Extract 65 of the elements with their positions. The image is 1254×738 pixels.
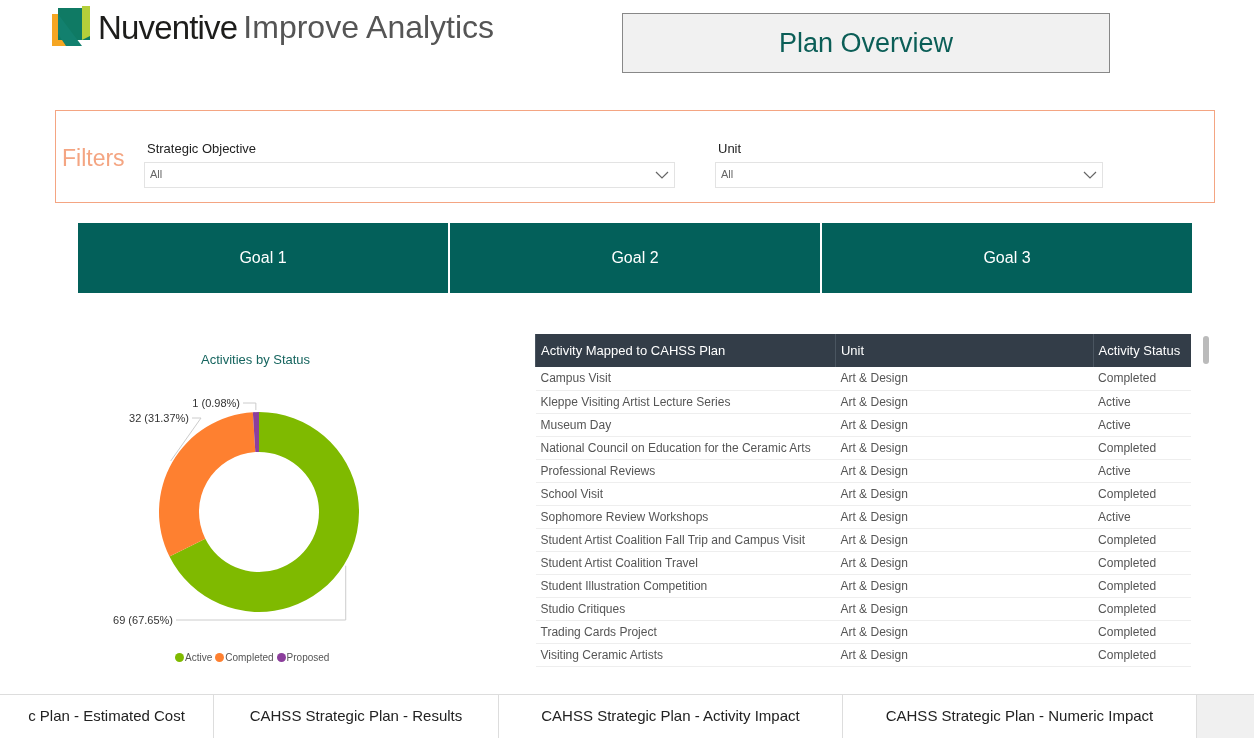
table-cell: Active	[1093, 505, 1191, 528]
table-cell: Art & Design	[835, 436, 1094, 459]
table-cell: Completed	[1093, 367, 1191, 390]
table-cell: Art & Design	[835, 551, 1094, 574]
legend-label: Completed	[225, 651, 274, 665]
table-cell: Completed	[1093, 620, 1191, 643]
scrollbar-thumb[interactable]	[1203, 336, 1209, 364]
table-cell: Art & Design	[835, 459, 1094, 482]
dropdown[interactable]: All	[144, 161, 675, 188]
goal-button[interactable]: Goal 1	[78, 223, 448, 293]
brand-name: Nuventive	[98, 10, 238, 44]
table-cell: Studio Critiques	[535, 597, 836, 620]
table-cell: Active	[1093, 390, 1191, 413]
legend-label: Proposed	[286, 651, 330, 665]
column-header[interactable]: Activity Mapped to CAHSS Plan	[535, 334, 836, 367]
table-cell: Museum Day	[535, 413, 836, 436]
table-cell: Completed	[1093, 551, 1191, 574]
table-cell: Art & Design	[835, 482, 1094, 505]
table-cell: Visiting Ceramic Artists	[535, 643, 836, 666]
table-cell: School Visit	[535, 482, 836, 505]
table-cell: Kleppe Visiting Artist Lecture Series	[535, 390, 836, 413]
table-cell: Art & Design	[835, 620, 1094, 643]
leader-line	[242, 402, 257, 411]
table-cell: Completed	[1093, 597, 1191, 620]
table-cell: Art & Design	[835, 390, 1094, 413]
table-cell: Art & Design	[835, 574, 1094, 597]
data-label: 1 (0.98%)	[192, 397, 240, 409]
table-cell: Active	[1093, 459, 1191, 482]
table-cell: Completed	[1093, 528, 1191, 551]
field-label: Unit	[718, 140, 743, 158]
legend-label: Active	[185, 651, 213, 665]
table-cell: Student Illustration Competition	[535, 574, 836, 597]
dropdown[interactable]: All	[715, 161, 1103, 188]
table-cell: Professional Reviews	[535, 459, 836, 482]
table-cell: Active	[1093, 413, 1191, 436]
table-cell: Art & Design	[835, 597, 1094, 620]
table-cell: Completed	[1093, 574, 1191, 597]
column-header[interactable]: Unit	[835, 334, 1094, 367]
table-cell: Completed	[1093, 643, 1191, 666]
table-cell: Trading Cards Project	[535, 620, 836, 643]
data-label: 32 (31.37%)	[129, 412, 189, 424]
data-label: 69 (67.65%)	[113, 614, 173, 626]
table-cell: Art & Design	[835, 367, 1094, 390]
table-cell: Completed	[1093, 436, 1191, 459]
field-label: Strategic Objective	[147, 140, 258, 158]
table-cell: Art & Design	[835, 505, 1094, 528]
column-header[interactable]: Activity Status	[1093, 334, 1191, 367]
table-cell: Art & Design	[835, 413, 1094, 436]
chevron-down-icon	[655, 170, 669, 179]
goal-button[interactable]: Goal 3	[822, 223, 1192, 293]
chart-title: Activities by Status	[201, 351, 311, 369]
table-cell: Completed	[1093, 482, 1191, 505]
table-cell: National Council on Education for the Ceramic Arts	[535, 436, 836, 459]
filters-label: Filters	[62, 144, 126, 173]
table-cell: Student Artist Coalition Fall Trip and Campus Visit	[535, 528, 836, 551]
goal-button[interactable]: Goal 2	[450, 223, 820, 293]
table-cell: Art & Design	[835, 643, 1094, 666]
logo-icon	[52, 6, 92, 48]
table-cell: Student Artist Coalition Travel	[535, 551, 836, 574]
table-cell: Campus Visit	[535, 367, 836, 390]
page-title: Plan Overview	[622, 13, 1111, 73]
table-cell: Sophomore Review Workshops	[535, 505, 836, 528]
table-cell: Art & Design	[835, 528, 1094, 551]
chevron-down-icon	[1083, 170, 1097, 179]
product-name: Improve Analytics	[243, 11, 495, 43]
